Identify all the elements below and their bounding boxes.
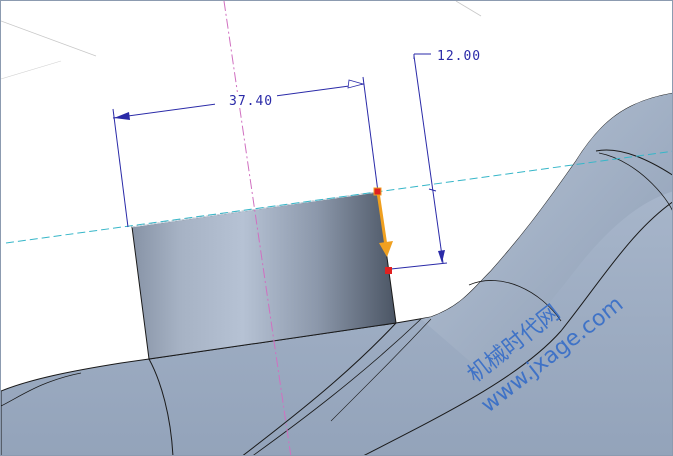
end-point-handle[interactable] <box>385 267 392 274</box>
height-dimension-label[interactable]: 12.00 <box>437 49 481 64</box>
start-point-handle[interactable] <box>373 187 382 196</box>
width-dimension-label[interactable]: 37.40 <box>229 94 273 109</box>
background-construction-lines <box>1 1 482 80</box>
height-dimension[interactable]: 12.00 <box>390 47 485 270</box>
model-canvas[interactable]: 37.40 12.00 机械时代网 www.jxage.com <box>1 1 673 456</box>
model-viewport[interactable]: 37.40 12.00 机械时代网 www.jxage.com <box>0 0 673 456</box>
